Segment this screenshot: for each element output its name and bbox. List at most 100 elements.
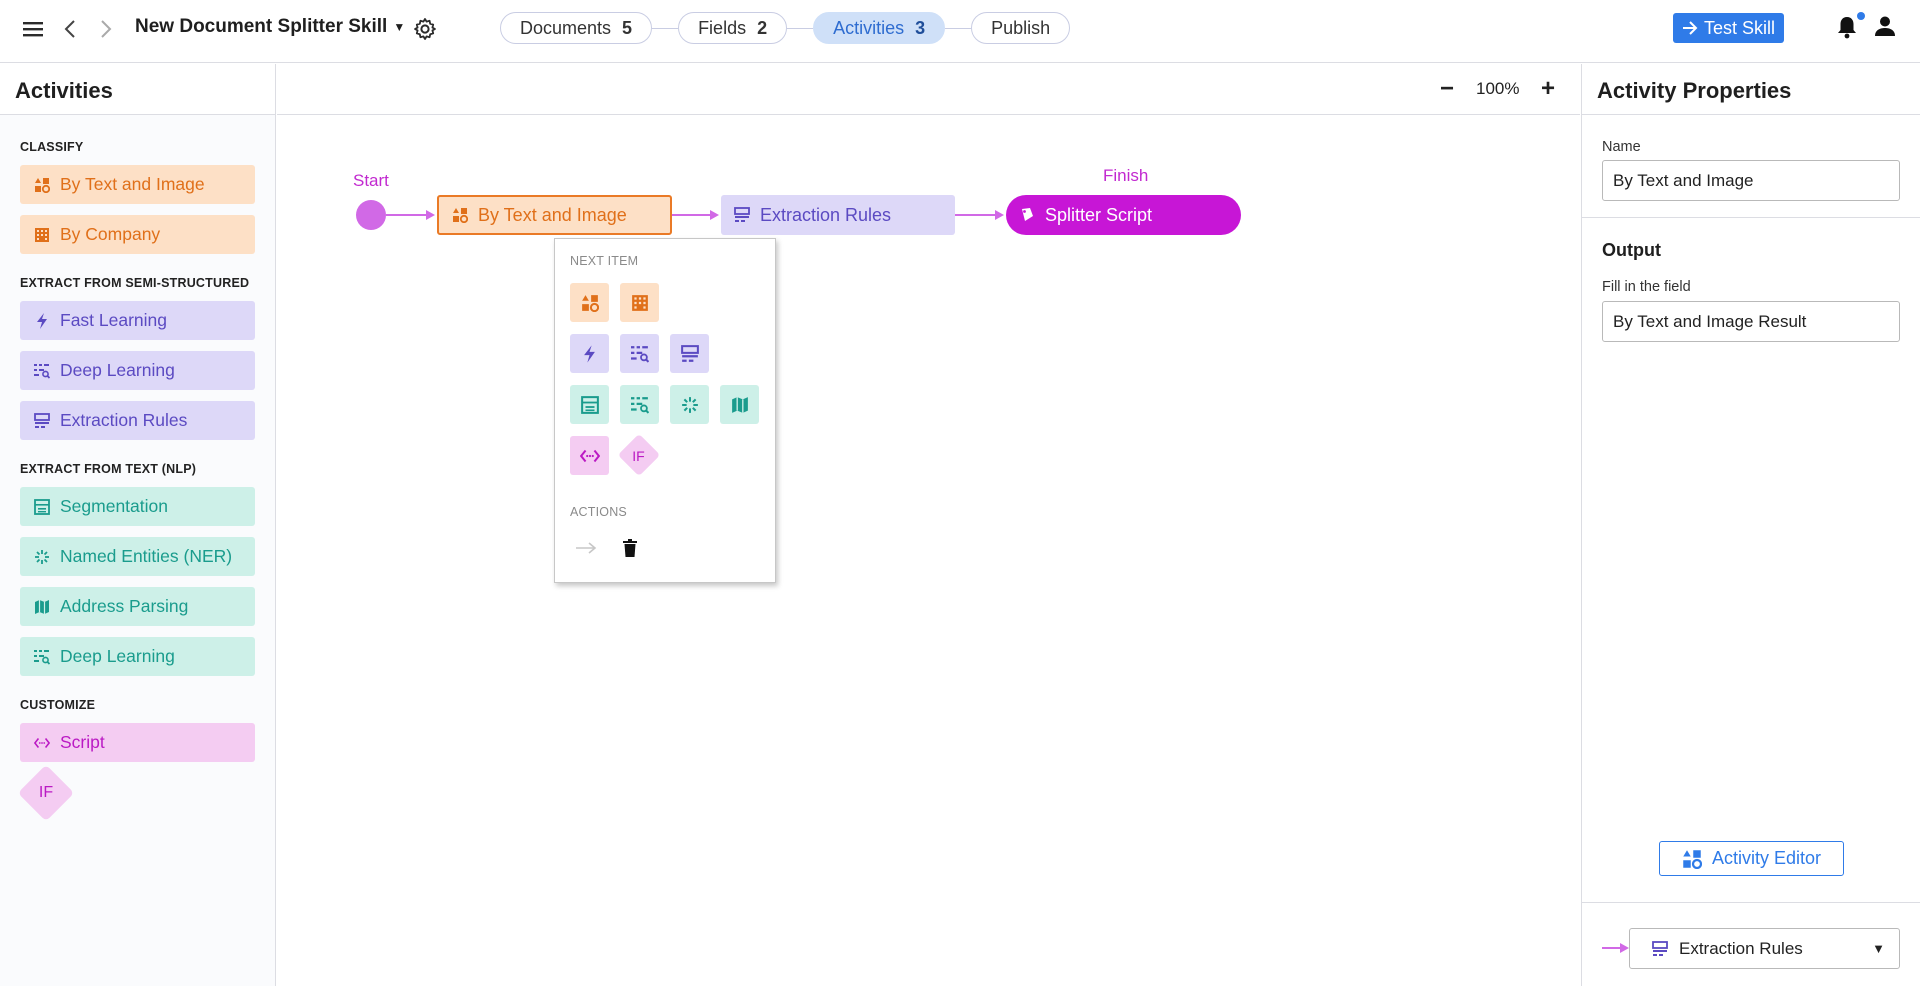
start-label: Start [353,171,389,190]
step-fields[interactable]: Fields 2 [678,12,788,44]
activities-title: Activities [0,64,275,115]
menu-icon[interactable] [20,16,46,42]
next-deep-learning-nlp-tile[interactable] [620,385,659,424]
test-skill-button[interactable]: Test Skill [1673,13,1784,43]
next-if-tile[interactable] [617,433,661,477]
connect-arrow-button[interactable] [573,535,599,561]
next-deep-learning-tile[interactable] [620,334,659,373]
finish-label: Finish [1103,166,1149,185]
group-semi-structured: EXTRACT FROM SEMI-STRUCTURED [20,276,250,290]
palette-named-entities[interactable]: Named Entities (NER) [20,537,255,576]
section-divider [1582,902,1920,903]
palette-by-company[interactable]: By Company [20,215,255,254]
deep-learning-icon [630,396,649,414]
node-splitter-script[interactable]: Splitter Script [1006,195,1241,235]
zoom-bar: − 100% + [277,64,1580,115]
palette-by-text-and-image[interactable]: By Text and Image [20,165,255,204]
palette-deep-learning-semi[interactable]: Deep Learning [20,351,255,390]
next-by-text-and-image-tile[interactable] [570,283,609,322]
map-icon [731,396,748,413]
script-tag-icon [1019,207,1035,223]
plus-icon: + [1540,75,1555,102]
node-label: Splitter Script [1045,204,1153,225]
node-by-text-and-image[interactable]: By Text and Image [437,195,672,235]
caret-down-icon: ▼ [1872,941,1885,956]
next-activity-arrowhead [1620,943,1629,953]
palette-segmentation[interactable]: Segmentation [20,487,255,526]
extraction-rules-icon [680,344,699,362]
step-label: Fields [698,17,747,38]
extraction-rules-icon [34,412,50,429]
next-segmentation-tile[interactable] [570,385,609,424]
step-activities[interactable]: Activities 3 [813,12,946,44]
step-count: 3 [915,17,926,38]
shapes-icon [581,294,599,312]
palette-label: Deep Learning [60,360,175,380]
activity-name-input[interactable] [1602,160,1900,201]
step-connector [945,27,972,29]
palette-if-condition[interactable] [17,764,75,822]
step-count: 2 [757,17,768,38]
activities-palette: Activities CLASSIFY By Text and Image By… [0,64,276,986]
group-customize: CUSTOMIZE [20,698,96,712]
node-extraction-rules[interactable]: Extraction Rules [721,195,955,235]
next-by-company-tile[interactable] [620,283,659,322]
palette-label: Named Entities (NER) [60,546,233,566]
step-publish[interactable]: Publish [971,12,1071,44]
next-fast-learning-tile[interactable] [570,334,609,373]
palette-fast-learning[interactable]: Fast Learning [20,301,255,340]
workflow-canvas[interactable]: − 100% + Start Finish By Text and Image … [277,64,1580,986]
extraction-rules-icon [1652,940,1668,956]
palette-label: By Text and Image [60,174,205,194]
activity-editor-label: Activity Editor [1711,848,1822,868]
activity-editor-button[interactable]: Activity Editor [1659,841,1844,876]
user-account-icon[interactable] [1874,15,1898,41]
next-address-parsing-tile[interactable] [720,385,759,424]
output-field-input[interactable] [1602,301,1900,342]
minus-icon: − [1439,75,1454,102]
palette-label: Deep Learning [60,646,175,666]
shapes-icon [1683,849,1702,869]
next-script-tile[interactable] [570,436,609,475]
workflow-steps: Documents 5 Fields 2 Activities 3 Publis… [500,12,1071,44]
output-heading: Output [1602,240,1661,260]
caret-down-icon: ▼ [393,20,406,34]
palette-label: By Company [60,224,161,244]
palette-extraction-rules[interactable]: Extraction Rules [20,401,255,440]
edge-classify-to-extraction [672,214,712,216]
back-icon[interactable] [57,16,83,42]
step-connector [787,27,814,29]
lightning-icon [34,312,50,329]
palette-script[interactable]: Script [20,723,255,762]
document-title-dropdown[interactable]: New Document Splitter Skill ▼ [135,16,405,38]
properties-title: Activity Properties [1582,64,1920,115]
extraction-rules-icon [734,207,750,223]
palette-deep-learning-nlp[interactable]: Deep Learning [20,637,255,676]
edge-arrowhead [426,210,435,220]
zoom-out-button-visual[interactable]: − [1435,75,1459,102]
edge-start-to-classify [386,214,428,216]
next-named-entities-tile[interactable] [670,385,709,424]
palette-address-parsing[interactable]: Address Parsing [20,587,255,626]
step-documents[interactable]: Documents 5 [500,12,653,44]
shapes-icon [34,177,50,193]
next-extraction-rules-tile[interactable] [670,334,709,373]
actions-heading: ACTIONS [570,505,627,519]
forward-icon[interactable] [93,16,119,42]
notification-dot [1857,12,1865,20]
fill-field-label: Fill in the field [1602,279,1691,295]
next-activity-value: Extraction Rules [1679,938,1803,958]
shapes-icon [452,207,468,223]
delete-button[interactable] [617,535,643,561]
settings-gear-icon[interactable] [412,16,438,42]
step-connector [652,27,679,29]
next-item-heading: NEXT ITEM [570,254,639,268]
code-icon [579,449,600,462]
start-node[interactable] [356,200,386,230]
segmentation-icon [34,498,50,515]
next-activity-select[interactable]: Extraction Rules ▼ [1629,928,1900,969]
notifications-bell-icon[interactable] [1836,15,1860,41]
node-label: Extraction Rules [760,204,892,225]
top-bar: New Document Splitter Skill ▼ Documents … [0,0,1920,63]
zoom-in-button[interactable]: + [1536,75,1560,102]
